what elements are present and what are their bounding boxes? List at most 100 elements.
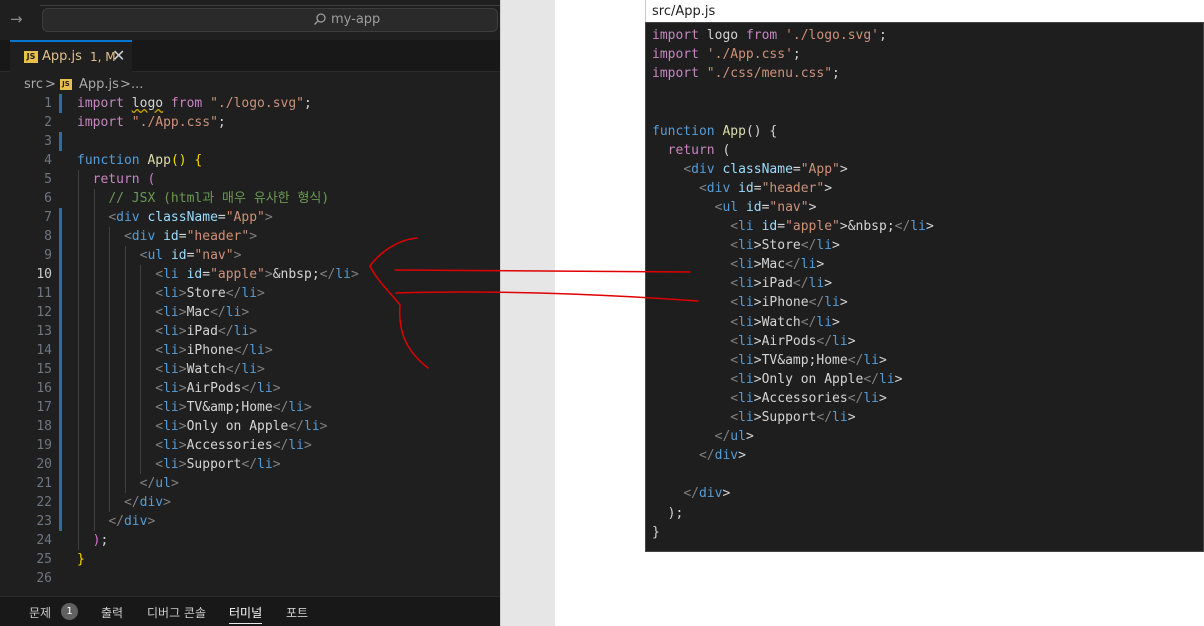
- code-line[interactable]: 14 <li>iPhone</li>: [0, 341, 500, 360]
- code-token: <: [730, 238, 739, 254]
- line-number: 13: [36, 324, 52, 339]
- code-line[interactable]: 20 <li>Support</li>: [0, 455, 500, 474]
- line-number: 26: [36, 571, 52, 586]
- reference-line: return (: [667, 142, 731, 158]
- code-line[interactable]: 22 </div>: [0, 493, 500, 512]
- code-line[interactable]: 13 <li>iPad</li>: [0, 322, 500, 341]
- code-line[interactable]: 23 </div>: [0, 512, 500, 531]
- line-number: 19: [36, 438, 52, 453]
- code-editor[interactable]: 1 import logo from "./logo.svg"; 2 import "…: [0, 94, 500, 594]
- tab-output[interactable]: 출력: [101, 604, 123, 621]
- code-line[interactable]: 11 <li>Store</li>: [0, 284, 500, 303]
- code-token: >: [170, 476, 179, 491]
- code-line[interactable]: 26: [0, 569, 500, 588]
- code-line[interactable]: 15 <li>Watch</li>: [0, 360, 500, 379]
- code-token: </: [241, 381, 258, 396]
- panel-tabs: 문제 1 출력 디버그 콘솔 터미널 포트: [0, 596, 500, 626]
- reference-line: <li>iPhone</li>: [730, 295, 848, 311]
- tab-debug-console[interactable]: 디버그 콘솔: [147, 604, 206, 621]
- forward-arrow-icon[interactable]: →: [10, 10, 23, 28]
- top-strip: [40, 0, 500, 6]
- code-token: Mac: [186, 305, 211, 320]
- reference-line: );: [652, 505, 684, 521]
- code-token: >: [249, 229, 258, 244]
- code-line[interactable]: 5 return (: [0, 170, 500, 189]
- code-token: </: [863, 371, 879, 387]
- code-line[interactable]: 17 <li>TV&amp;Home</li>: [0, 398, 500, 417]
- code-token: li: [163, 286, 179, 301]
- code-token: li: [163, 457, 179, 472]
- code-token: li: [738, 219, 754, 234]
- code-line[interactable]: 8 <div id="header">: [0, 227, 500, 246]
- code-token: >: [304, 438, 312, 453]
- reference-line: <ul id="nav">: [714, 199, 817, 215]
- code-line[interactable]: 4 function App() {: [0, 151, 500, 170]
- code-token: <: [730, 219, 739, 234]
- code-line[interactable]: 24 );: [0, 531, 500, 550]
- vscode-window: → my-app JS App.js 1, M ✕ src > JS App.j…: [0, 0, 500, 626]
- line-number: 24: [36, 533, 52, 548]
- code-line[interactable]: 19 <li>Accessories</li>: [0, 436, 500, 455]
- code-token: >: [178, 438, 187, 453]
- code-token: <: [730, 295, 739, 311]
- code-text: <li>iPhone</li>: [77, 341, 272, 360]
- line-number: 5: [44, 172, 52, 187]
- code-line[interactable]: 3: [0, 132, 500, 151]
- code-line[interactable]: 21 </ul>: [0, 474, 500, 493]
- code-line[interactable]: 6 // JSX (html과 매우 유사한 형식): [0, 189, 500, 208]
- code-line[interactable]: 12 <li>Mac</li>: [0, 303, 500, 322]
- code-token: li: [163, 305, 179, 320]
- reference-title: src/App.js: [652, 4, 716, 19]
- breadcrumb-src[interactable]: src: [24, 77, 43, 92]
- code-token: <: [155, 457, 164, 472]
- code-token: li: [233, 324, 250, 339]
- reference-line: <div className="App">: [683, 161, 848, 177]
- code-line[interactable]: 10 <li id="apple">&nbsp;</li>: [0, 265, 500, 284]
- code-text: <li>Store</li>: [77, 284, 265, 303]
- code-line[interactable]: 16 <li>AirPods</li>: [0, 379, 500, 398]
- code-token: return: [92, 172, 148, 187]
- tab-problems[interactable]: 문제: [29, 604, 51, 621]
- code-token: </: [792, 276, 809, 292]
- code-token: id: [170, 248, 187, 263]
- code-token: li: [257, 457, 273, 472]
- code-line[interactable]: 2 import "./App.css";: [0, 113, 500, 132]
- code-line[interactable]: 1 import logo from "./logo.svg";: [0, 94, 500, 113]
- code-text: <li>iPad</li>: [77, 322, 257, 341]
- breadcrumb-file[interactable]: App.js: [79, 77, 119, 92]
- reference-line: <li id="apple">&nbsp;</li>: [730, 219, 934, 234]
- code-token: li: [304, 419, 320, 434]
- command-center-search[interactable]: my-app: [42, 8, 498, 32]
- code-line[interactable]: 7 <div className="App">: [0, 208, 500, 227]
- code-line[interactable]: 9 <ul id="nav">: [0, 246, 500, 265]
- code-token: li: [800, 257, 817, 273]
- code-token: <: [155, 324, 164, 339]
- tab-terminal[interactable]: 터미널: [229, 604, 263, 624]
- code-token: </: [800, 238, 817, 254]
- tab-ports[interactable]: 포트: [286, 604, 308, 621]
- code-text: );: [77, 531, 109, 550]
- code-token: li: [241, 362, 258, 377]
- code-line[interactable]: 25}: [0, 550, 500, 569]
- code-text: </ul>: [77, 474, 179, 493]
- code-token: div: [131, 229, 164, 244]
- code-token: "apple": [785, 219, 840, 234]
- code-text: return (: [77, 170, 156, 189]
- code-token: li: [738, 257, 754, 273]
- reference-line: function App() {: [652, 123, 778, 139]
- code-token: './logo.svg': [785, 28, 879, 43]
- code-text: </div>: [77, 493, 171, 512]
- code-token: ;: [217, 115, 226, 130]
- close-icon[interactable]: ✕: [112, 46, 125, 65]
- code-line[interactable]: 18 <li>Only on Apple</li>: [0, 417, 500, 436]
- line-number: 1: [44, 96, 52, 111]
- code-token: div: [691, 161, 715, 177]
- modified-line-marker: [59, 246, 62, 265]
- code-token: >: [178, 305, 187, 320]
- tab-app-js[interactable]: JS App.js 1, M ✕: [10, 40, 132, 72]
- breadcrumb-symbols[interactable]: ...: [131, 77, 143, 92]
- line-number: 2: [44, 115, 52, 130]
- modified-line-marker: [59, 360, 62, 379]
- code-token: </: [288, 419, 304, 434]
- code-token: iPhone: [186, 343, 234, 358]
